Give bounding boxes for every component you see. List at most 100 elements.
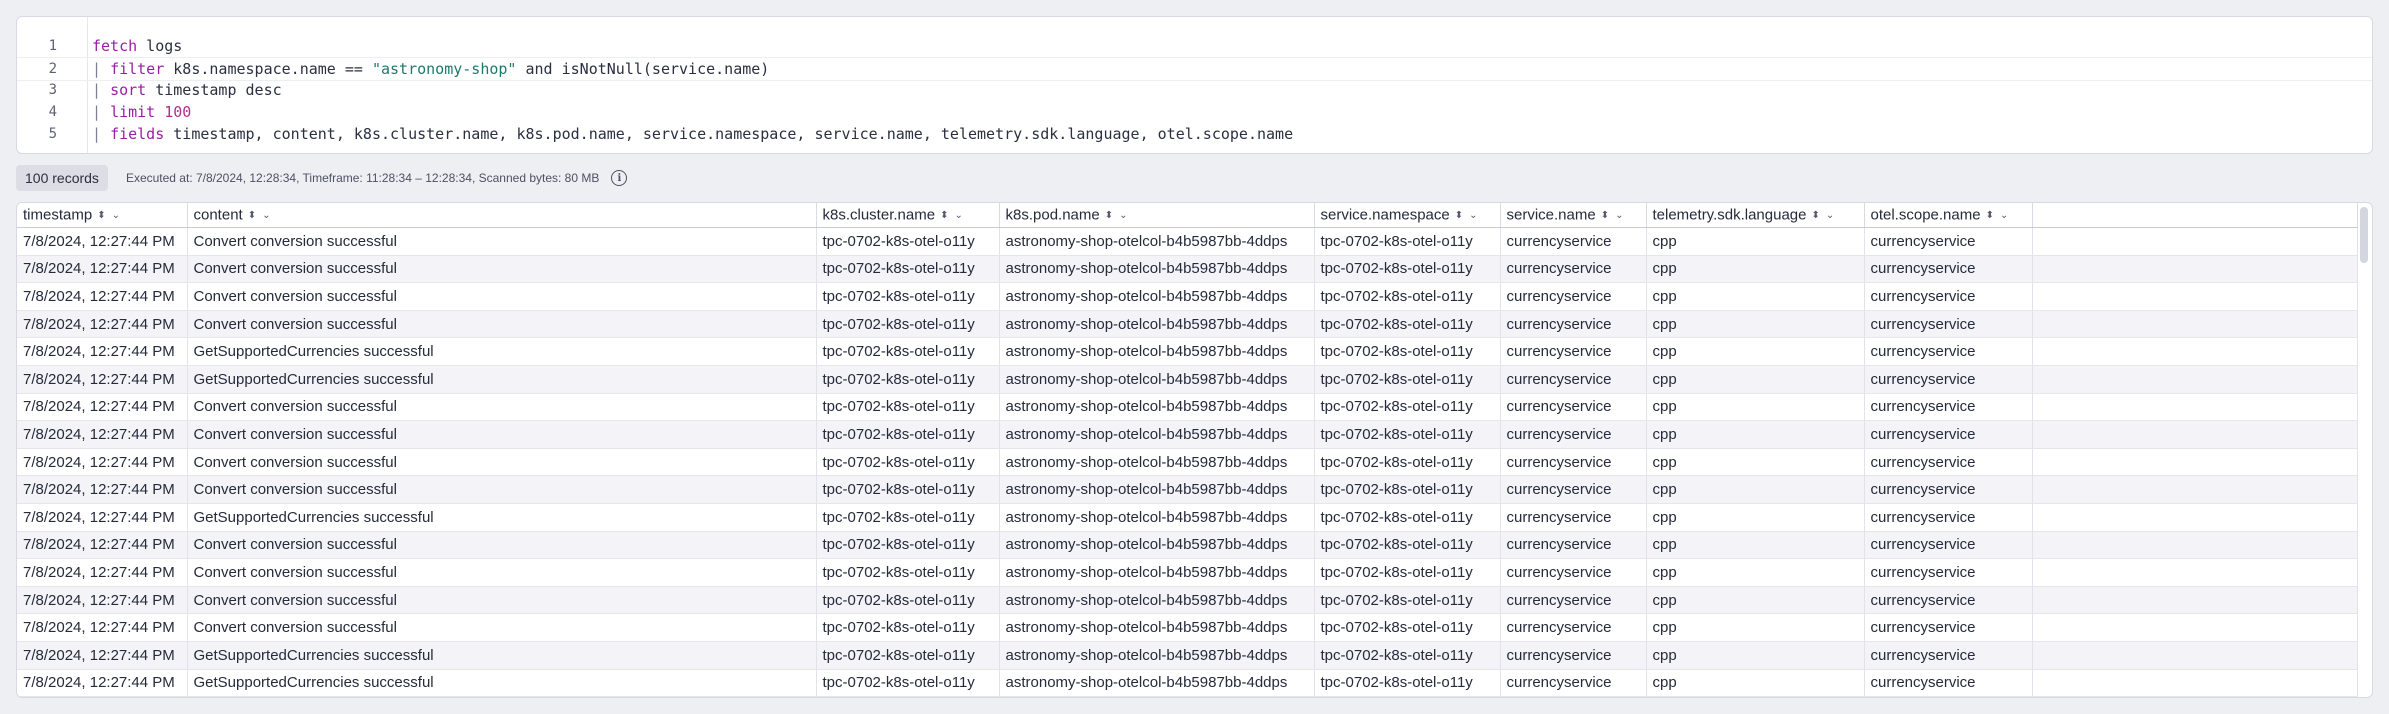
cell-otel-scope-name[interactable]: currencyservice [1864,255,2033,284]
cell-k8s-cluster-name[interactable]: tpc-0702-k8s-otel-o11y [816,393,1000,422]
cell-service-name[interactable]: currencyservice [1500,393,1647,422]
code-text[interactable]: fetch logs [92,35,182,57]
cell-k8s-cluster-name[interactable]: tpc-0702-k8s-otel-o11y [816,641,1000,670]
cell-service-namespace[interactable]: tpc-0702-k8s-otel-o11y [1314,475,1501,504]
cell-otel-scope-name[interactable]: currencyservice [1864,613,2033,642]
cell-k8s-cluster-name[interactable]: tpc-0702-k8s-otel-o11y [816,282,1000,311]
table-row[interactable]: 7/8/2024, 12:27:44 PM Convert conversion … [17,255,2358,284]
cell-timestamp[interactable]: 7/8/2024, 12:27:44 PM [17,365,188,394]
cell-telemetry-sdk-language[interactable]: cpp [1646,503,1865,532]
cell-service-name[interactable]: currencyservice [1500,310,1647,339]
cell-service-name[interactable]: currencyservice [1500,337,1647,366]
column-header-timestamp[interactable]: timestamp ⬍ ⌄ [17,203,188,228]
column-header-service-name[interactable]: service.name ⬍ ⌄ [1500,203,1647,228]
cell-k8s-cluster-name[interactable]: tpc-0702-k8s-otel-o11y [816,420,1000,449]
cell-k8s-cluster-name[interactable]: tpc-0702-k8s-otel-o11y [816,475,1000,504]
cell-telemetry-sdk-language[interactable]: cpp [1646,613,1865,642]
cell-otel-scope-name[interactable]: currencyservice [1864,669,2033,697]
column-header-otel-scope-name[interactable]: otel.scope.name ⬍ ⌄ [1864,203,2033,228]
cell-service-name[interactable]: currencyservice [1500,613,1647,642]
cell-content[interactable]: Convert conversion successful [187,393,817,422]
cell-service-name[interactable]: currencyservice [1500,558,1647,587]
code-text[interactable]: | filter k8s.namespace.name == "astronom… [92,58,769,80]
sort-icon[interactable]: ⬍ [1455,210,1463,221]
sort-icon[interactable]: ⬍ [1811,210,1819,221]
cell-service-name[interactable]: currencyservice [1500,365,1647,394]
cell-otel-scope-name[interactable]: currencyservice [1864,337,2033,366]
cell-service-name[interactable]: currencyservice [1500,641,1647,670]
sort-icon[interactable]: ⬍ [1601,210,1609,221]
code-text[interactable]: | fields timestamp, content, k8s.cluster… [92,123,1293,145]
cell-k8s-pod-name[interactable]: astronomy-shop-otelcol-b4b5987bb-4ddps [999,310,1315,339]
cell-telemetry-sdk-language[interactable]: cpp [1646,255,1865,284]
cell-k8s-pod-name[interactable]: astronomy-shop-otelcol-b4b5987bb-4ddps [999,475,1315,504]
cell-otel-scope-name[interactable]: currencyservice [1864,227,2033,256]
cell-content[interactable]: GetSupportedCurrencies successful [187,641,817,670]
cell-service-name[interactable]: currencyservice [1500,282,1647,311]
cell-otel-scope-name[interactable]: currencyservice [1864,310,2033,339]
cell-content[interactable]: GetSupportedCurrencies successful [187,669,817,697]
cell-timestamp[interactable]: 7/8/2024, 12:27:44 PM [17,420,188,449]
cell-k8s-pod-name[interactable]: astronomy-shop-otelcol-b4b5987bb-4ddps [999,420,1315,449]
cell-telemetry-sdk-language[interactable]: cpp [1646,282,1865,311]
sort-icon[interactable]: ⬍ [97,210,105,221]
cell-k8s-pod-name[interactable]: astronomy-shop-otelcol-b4b5987bb-4ddps [999,586,1315,615]
column-header-content[interactable]: content ⬍ ⌄ [187,203,817,228]
cell-k8s-cluster-name[interactable]: tpc-0702-k8s-otel-o11y [816,531,1000,560]
cell-k8s-cluster-name[interactable]: tpc-0702-k8s-otel-o11y [816,227,1000,256]
cell-timestamp[interactable]: 7/8/2024, 12:27:44 PM [17,393,188,422]
cell-timestamp[interactable]: 7/8/2024, 12:27:44 PM [17,531,188,560]
table-row[interactable]: 7/8/2024, 12:27:44 PM Convert conversion … [17,393,2358,422]
cell-service-name[interactable]: currencyservice [1500,669,1647,697]
chevron-down-icon[interactable]: ⌄ [112,210,120,221]
cell-service-name[interactable]: currencyservice [1500,420,1647,449]
cell-k8s-cluster-name[interactable]: tpc-0702-k8s-otel-o11y [816,558,1000,587]
table-row[interactable]: 7/8/2024, 12:27:44 PM Convert conversion … [17,420,2358,449]
cell-k8s-pod-name[interactable]: astronomy-shop-otelcol-b4b5987bb-4ddps [999,669,1315,697]
table-row[interactable]: 7/8/2024, 12:27:44 PM Convert conversion … [17,475,2358,504]
cell-content[interactable]: Convert conversion successful [187,255,817,284]
cell-telemetry-sdk-language[interactable]: cpp [1646,310,1865,339]
cell-content[interactable]: Convert conversion successful [187,531,817,560]
code-line[interactable]: 4 | limit 100 [17,101,2372,123]
cell-timestamp[interactable]: 7/8/2024, 12:27:44 PM [17,586,188,615]
results-table[interactable]: timestamp ⬍ ⌄ content ⬍ ⌄ k8s.cluster.name ⬍ ⌄ k8… [16,202,2373,698]
cell-service-namespace[interactable]: tpc-0702-k8s-otel-o11y [1314,669,1501,697]
cell-content[interactable]: GetSupportedCurrencies successful [187,503,817,532]
cell-k8s-pod-name[interactable]: astronomy-shop-otelcol-b4b5987bb-4ddps [999,503,1315,532]
sort-icon[interactable]: ⬍ [940,210,948,221]
column-header-k8s-cluster-name[interactable]: k8s.cluster.name ⬍ ⌄ [816,203,1000,228]
cell-otel-scope-name[interactable]: currencyservice [1864,503,2033,532]
cell-k8s-pod-name[interactable]: astronomy-shop-otelcol-b4b5987bb-4ddps [999,558,1315,587]
cell-content[interactable]: GetSupportedCurrencies successful [187,337,817,366]
chevron-down-icon[interactable]: ⌄ [1615,210,1623,221]
chevron-down-icon[interactable]: ⌄ [1469,210,1477,221]
table-row[interactable]: 7/8/2024, 12:27:44 PM Convert conversion … [17,310,2358,339]
chevron-down-icon[interactable]: ⌄ [262,210,270,221]
cell-service-namespace[interactable]: tpc-0702-k8s-otel-o11y [1314,558,1501,587]
code-line[interactable]: 2 | filter k8s.namespace.name == "astrono… [17,57,2372,81]
vertical-scrollbar[interactable] [2360,207,2368,263]
cell-telemetry-sdk-language[interactable]: cpp [1646,641,1865,670]
table-row[interactable]: 7/8/2024, 12:27:44 PM GetSupportedCurrenc… [17,337,2358,366]
cell-content[interactable]: Convert conversion successful [187,448,817,477]
sort-icon[interactable]: ⬍ [1105,210,1113,221]
cell-service-name[interactable]: currencyservice [1500,255,1647,284]
cell-k8s-cluster-name[interactable]: tpc-0702-k8s-otel-o11y [816,448,1000,477]
cell-k8s-cluster-name[interactable]: tpc-0702-k8s-otel-o11y [816,586,1000,615]
cell-service-namespace[interactable]: tpc-0702-k8s-otel-o11y [1314,503,1501,532]
table-row[interactable]: 7/8/2024, 12:27:44 PM Convert conversion … [17,586,2358,615]
table-row[interactable]: 7/8/2024, 12:27:44 PM GetSupportedCurrenc… [17,365,2358,394]
cell-content[interactable]: Convert conversion successful [187,227,817,256]
cell-timestamp[interactable]: 7/8/2024, 12:27:44 PM [17,475,188,504]
cell-otel-scope-name[interactable]: currencyservice [1864,558,2033,587]
cell-k8s-cluster-name[interactable]: tpc-0702-k8s-otel-o11y [816,337,1000,366]
cell-otel-scope-name[interactable]: currencyservice [1864,282,2033,311]
cell-service-name[interactable]: currencyservice [1500,531,1647,560]
cell-telemetry-sdk-language[interactable]: cpp [1646,558,1865,587]
cell-otel-scope-name[interactable]: currencyservice [1864,420,2033,449]
cell-timestamp[interactable]: 7/8/2024, 12:27:44 PM [17,503,188,532]
column-header-service-namespace[interactable]: service.namespace ⬍ ⌄ [1314,203,1501,228]
info-icon[interactable]: i [611,170,628,186]
cell-otel-scope-name[interactable]: currencyservice [1864,393,2033,422]
